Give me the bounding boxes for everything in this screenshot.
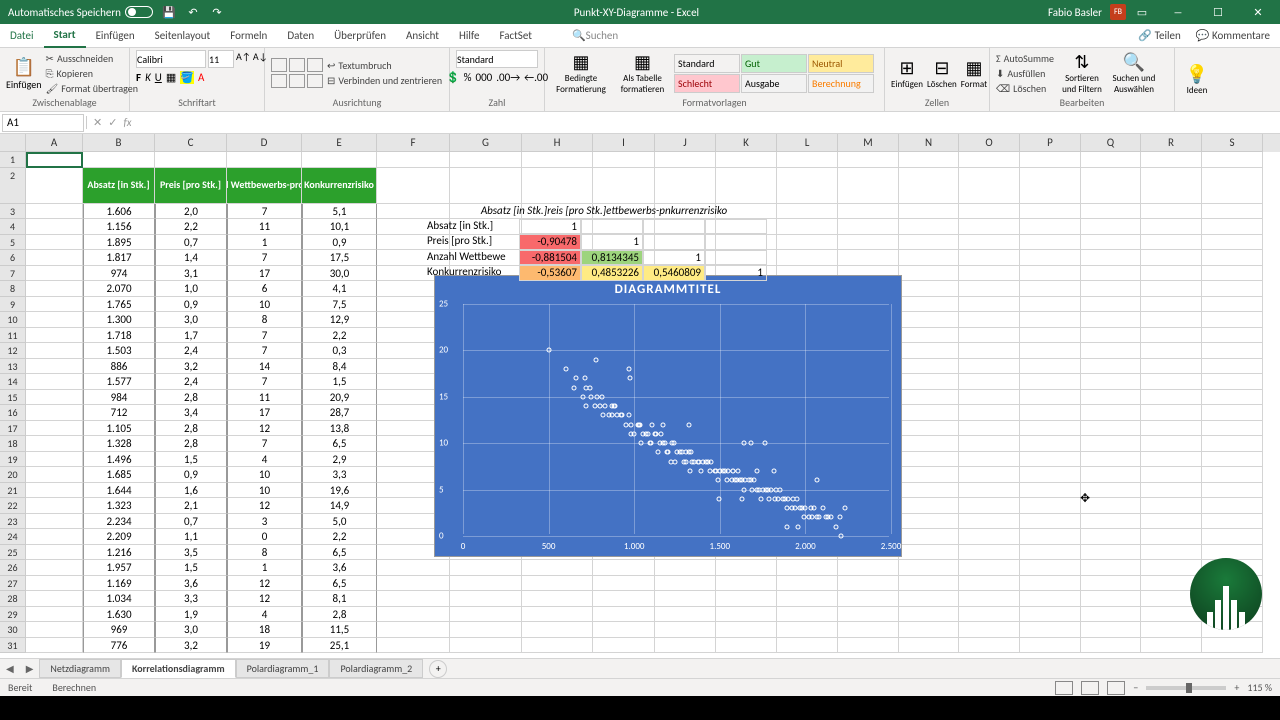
number-format-select[interactable] [456,50,538,68]
sheet-nav-next[interactable]: ▶ [20,662,40,675]
merge-center-button[interactable]: ⊟ Verbinden und zentrieren [327,74,442,87]
tab-help[interactable]: Hilfe [449,24,489,48]
add-sheet-button[interactable]: + [429,660,447,678]
save-icon[interactable]: 💾 [161,4,177,20]
formula-input[interactable] [138,114,1280,132]
document-title: Punkt-XY-Diagramme - Excel [225,6,1048,19]
chart[interactable]: DIAGRAMMTITEL ✥ 051015202505001.0001.500… [434,275,902,557]
sort-filter-button[interactable]: ⇅Sortieren und Filtern [1058,51,1106,95]
currency-button[interactable]: 💲 [446,71,460,84]
fx-icon[interactable]: fx [123,116,131,129]
brand-logo [1190,558,1262,630]
inc-decimal-button[interactable]: .00→ [496,71,520,84]
redo-icon[interactable]: ↷ [209,4,225,20]
accept-formula-icon[interactable]: ✓ [108,116,117,129]
font-size-select[interactable] [208,50,234,68]
comma-button[interactable]: 000 [476,71,493,84]
cancel-formula-icon[interactable]: ✕ [93,116,102,129]
sheet-tabs: ◀ ▶ NetzdiagrammKorrelationsdiagrammPola… [0,658,1280,678]
user-name[interactable]: Fabio Basler [1048,6,1102,19]
style-berechnung[interactable]: Berechnung [808,74,874,93]
sheet-tab[interactable]: Korrelationsdiagramm [121,659,236,678]
spreadsheet-grid[interactable]: ABCDEFGHIJKLMNOPQRS 12Absatz [in Stk.]Pr… [0,134,1280,658]
style-neutral[interactable]: Neutral [808,54,874,73]
tab-review[interactable]: Überprüfen [324,24,396,48]
tab-data[interactable]: Daten [277,24,324,48]
sheet-tab[interactable]: Polardiagramm_1 [236,659,330,678]
close-button[interactable]: ✕ [1238,0,1278,24]
paste-button[interactable]: 📋Einfügen [6,56,42,91]
fill-button[interactable]: ⬇ Ausfüllen [996,67,1054,80]
status-calc: Berechnen [52,681,96,694]
bold-button[interactable]: F [136,71,141,84]
style-gut[interactable]: Gut [741,54,807,73]
ideas-button[interactable]: 💡Ideen [1181,63,1213,96]
border-button[interactable]: ▦ [166,71,176,84]
minimize-button[interactable]: ― [1158,0,1198,24]
increase-font-icon[interactable]: A↑ [236,50,251,68]
status-bar: Bereit Berechnen − + 115 % [0,678,1280,696]
format-painter-button[interactable]: 🖌 Format übertragen [46,82,138,95]
undo-icon[interactable]: ↶ [185,4,201,20]
view-layout-button[interactable] [1081,681,1099,695]
menu-bar: Datei Start Einfügen Seitenlayout Formel… [0,24,1280,48]
view-normal-button[interactable] [1055,681,1073,695]
ribbon-options-icon[interactable]: ▭ [1134,4,1150,20]
sheet-nav-prev[interactable]: ◀ [0,662,20,675]
title-bar: Automatisches Speichern 💾 ↶ ↷ Punkt-XY-D… [0,0,1280,24]
name-box[interactable]: A1 [2,114,84,132]
style-ausgabe[interactable]: Ausgabe [741,74,807,93]
copy-button[interactable]: ⎘ Kopieren [46,67,138,80]
font-color-button[interactable]: A [198,71,204,84]
zoom-slider[interactable] [1146,686,1226,690]
delete-cells-button[interactable]: ⊟Löschen [927,57,957,90]
maximize-button[interactable]: ☐ [1198,0,1238,24]
fill-color-button[interactable]: 🪣 [180,71,194,84]
formula-bar: A1 ✕ ✓ fx [0,112,1280,134]
alignment-grid[interactable] [271,58,323,88]
italic-button[interactable]: K [145,71,151,84]
tab-file[interactable]: Datei [0,24,44,48]
zoom-in-button[interactable]: + [1234,681,1239,694]
clear-button[interactable]: ⌫ Löschen [996,82,1054,95]
insert-cells-button[interactable]: ⊞Einfügen [891,57,923,90]
style-schlecht[interactable]: Schlecht [674,74,740,93]
view-break-button[interactable] [1107,681,1125,695]
font-name-select[interactable] [136,50,206,68]
status-ready: Bereit [8,681,32,694]
tab-home[interactable]: Start [44,24,86,48]
ribbon: 📋Einfügen ✂ Ausschneiden ⎘ Kopieren 🖌 Fo… [0,48,1280,112]
chart-plot-area[interactable] [463,304,889,534]
user-avatar[interactable]: FB [1110,4,1126,20]
autosave-toggle[interactable]: Automatisches Speichern [8,6,153,19]
autosum-button[interactable]: Σ AutoSumme [996,52,1054,65]
find-select-button[interactable]: 🔍Suchen und Auswählen [1110,51,1158,95]
conditional-format-button[interactable]: ▦Bedingte Formatierung [551,51,611,95]
percent-button[interactable]: % [464,71,472,84]
tab-factset[interactable]: FactSet [489,24,542,48]
sheet-tab[interactable]: Polardiagramm_2 [329,659,423,678]
sheet-tab[interactable]: Netzdiagramm [39,659,121,678]
cut-button[interactable]: ✂ Ausschneiden [46,52,138,65]
format-table-button[interactable]: ▦Als Tabelle formatieren [615,51,670,95]
tab-formulas[interactable]: Formeln [220,24,277,48]
search-box[interactable]: 🔍 Suchen [562,24,628,48]
format-cells-button[interactable]: ▦Format [961,57,987,90]
underline-button[interactable]: U [155,71,162,84]
share-button[interactable]: 🔗 Teilen [1138,29,1180,42]
autosave-label: Automatisches Speichern [8,6,121,19]
tab-view[interactable]: Ansicht [396,24,449,48]
zoom-value[interactable]: 115 % [1247,681,1272,694]
zoom-out-button[interactable]: − [1133,681,1138,694]
style-standard[interactable]: Standard [674,54,740,73]
tab-layout[interactable]: Seitenlayout [145,24,221,48]
wrap-text-button[interactable]: ↩ Textumbruch [327,59,442,72]
comments-button[interactable]: 💬 Kommentare [1196,29,1270,42]
tab-insert[interactable]: Einfügen [86,24,145,48]
